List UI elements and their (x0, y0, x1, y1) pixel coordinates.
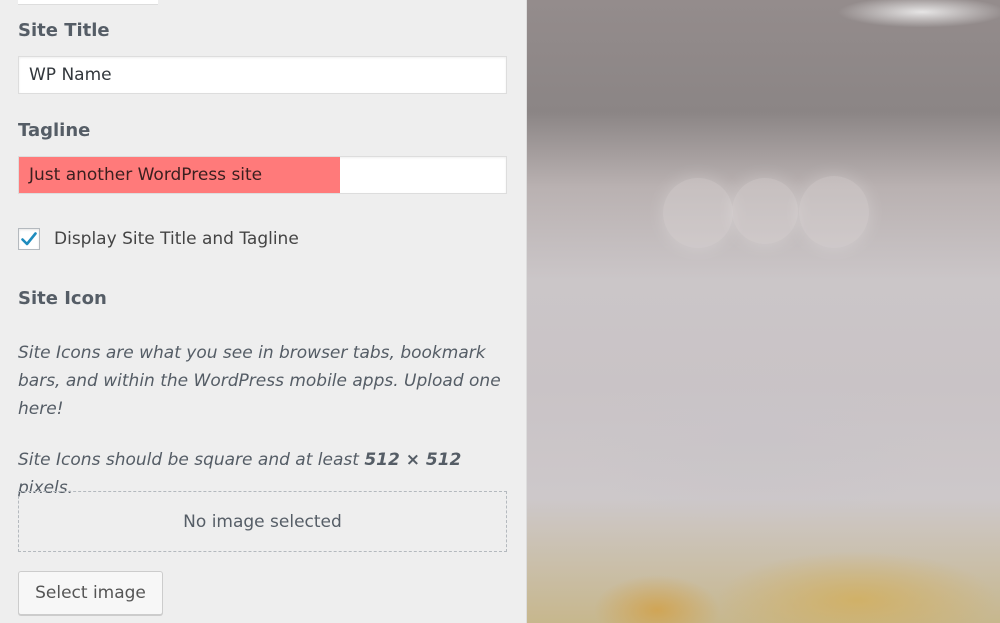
checkmark-icon (21, 232, 37, 246)
site-title-input[interactable]: WP Name (18, 56, 507, 94)
bokeh-light (663, 178, 733, 248)
site-icon-label: Site Icon (18, 288, 107, 309)
site-title-value: WP Name (29, 65, 112, 85)
site-preview-background (527, 0, 1000, 623)
display-title-tagline-label: Display Site Title and Tagline (54, 229, 299, 249)
site-title-label: Site Title (18, 20, 110, 41)
site-icon-description: Site Icons are what you see in browser t… (18, 343, 501, 419)
display-title-tagline-option[interactable]: Display Site Title and Tagline (18, 226, 299, 252)
placeholder-text: No image selected (183, 511, 342, 532)
tagline-input[interactable]: Just another WordPress site (18, 156, 507, 194)
tagline-value: Just another WordPress site (29, 165, 263, 185)
site-icon-placeholder[interactable]: No image selected (18, 491, 507, 552)
bokeh-light (799, 176, 869, 248)
size-note-prefix: Site Icons should be square and at least (18, 450, 365, 470)
select-image-button[interactable]: Select image (18, 571, 163, 615)
size-note-dimensions: 512 × 512 (364, 450, 462, 470)
customizer-panel: Site Title WP Name Tagline Just another … (0, 0, 527, 623)
bokeh-light (732, 178, 798, 244)
tagline-label: Tagline (18, 120, 91, 141)
display-title-tagline-checkbox[interactable] (18, 228, 40, 250)
panel-top-edge (18, 0, 158, 5)
